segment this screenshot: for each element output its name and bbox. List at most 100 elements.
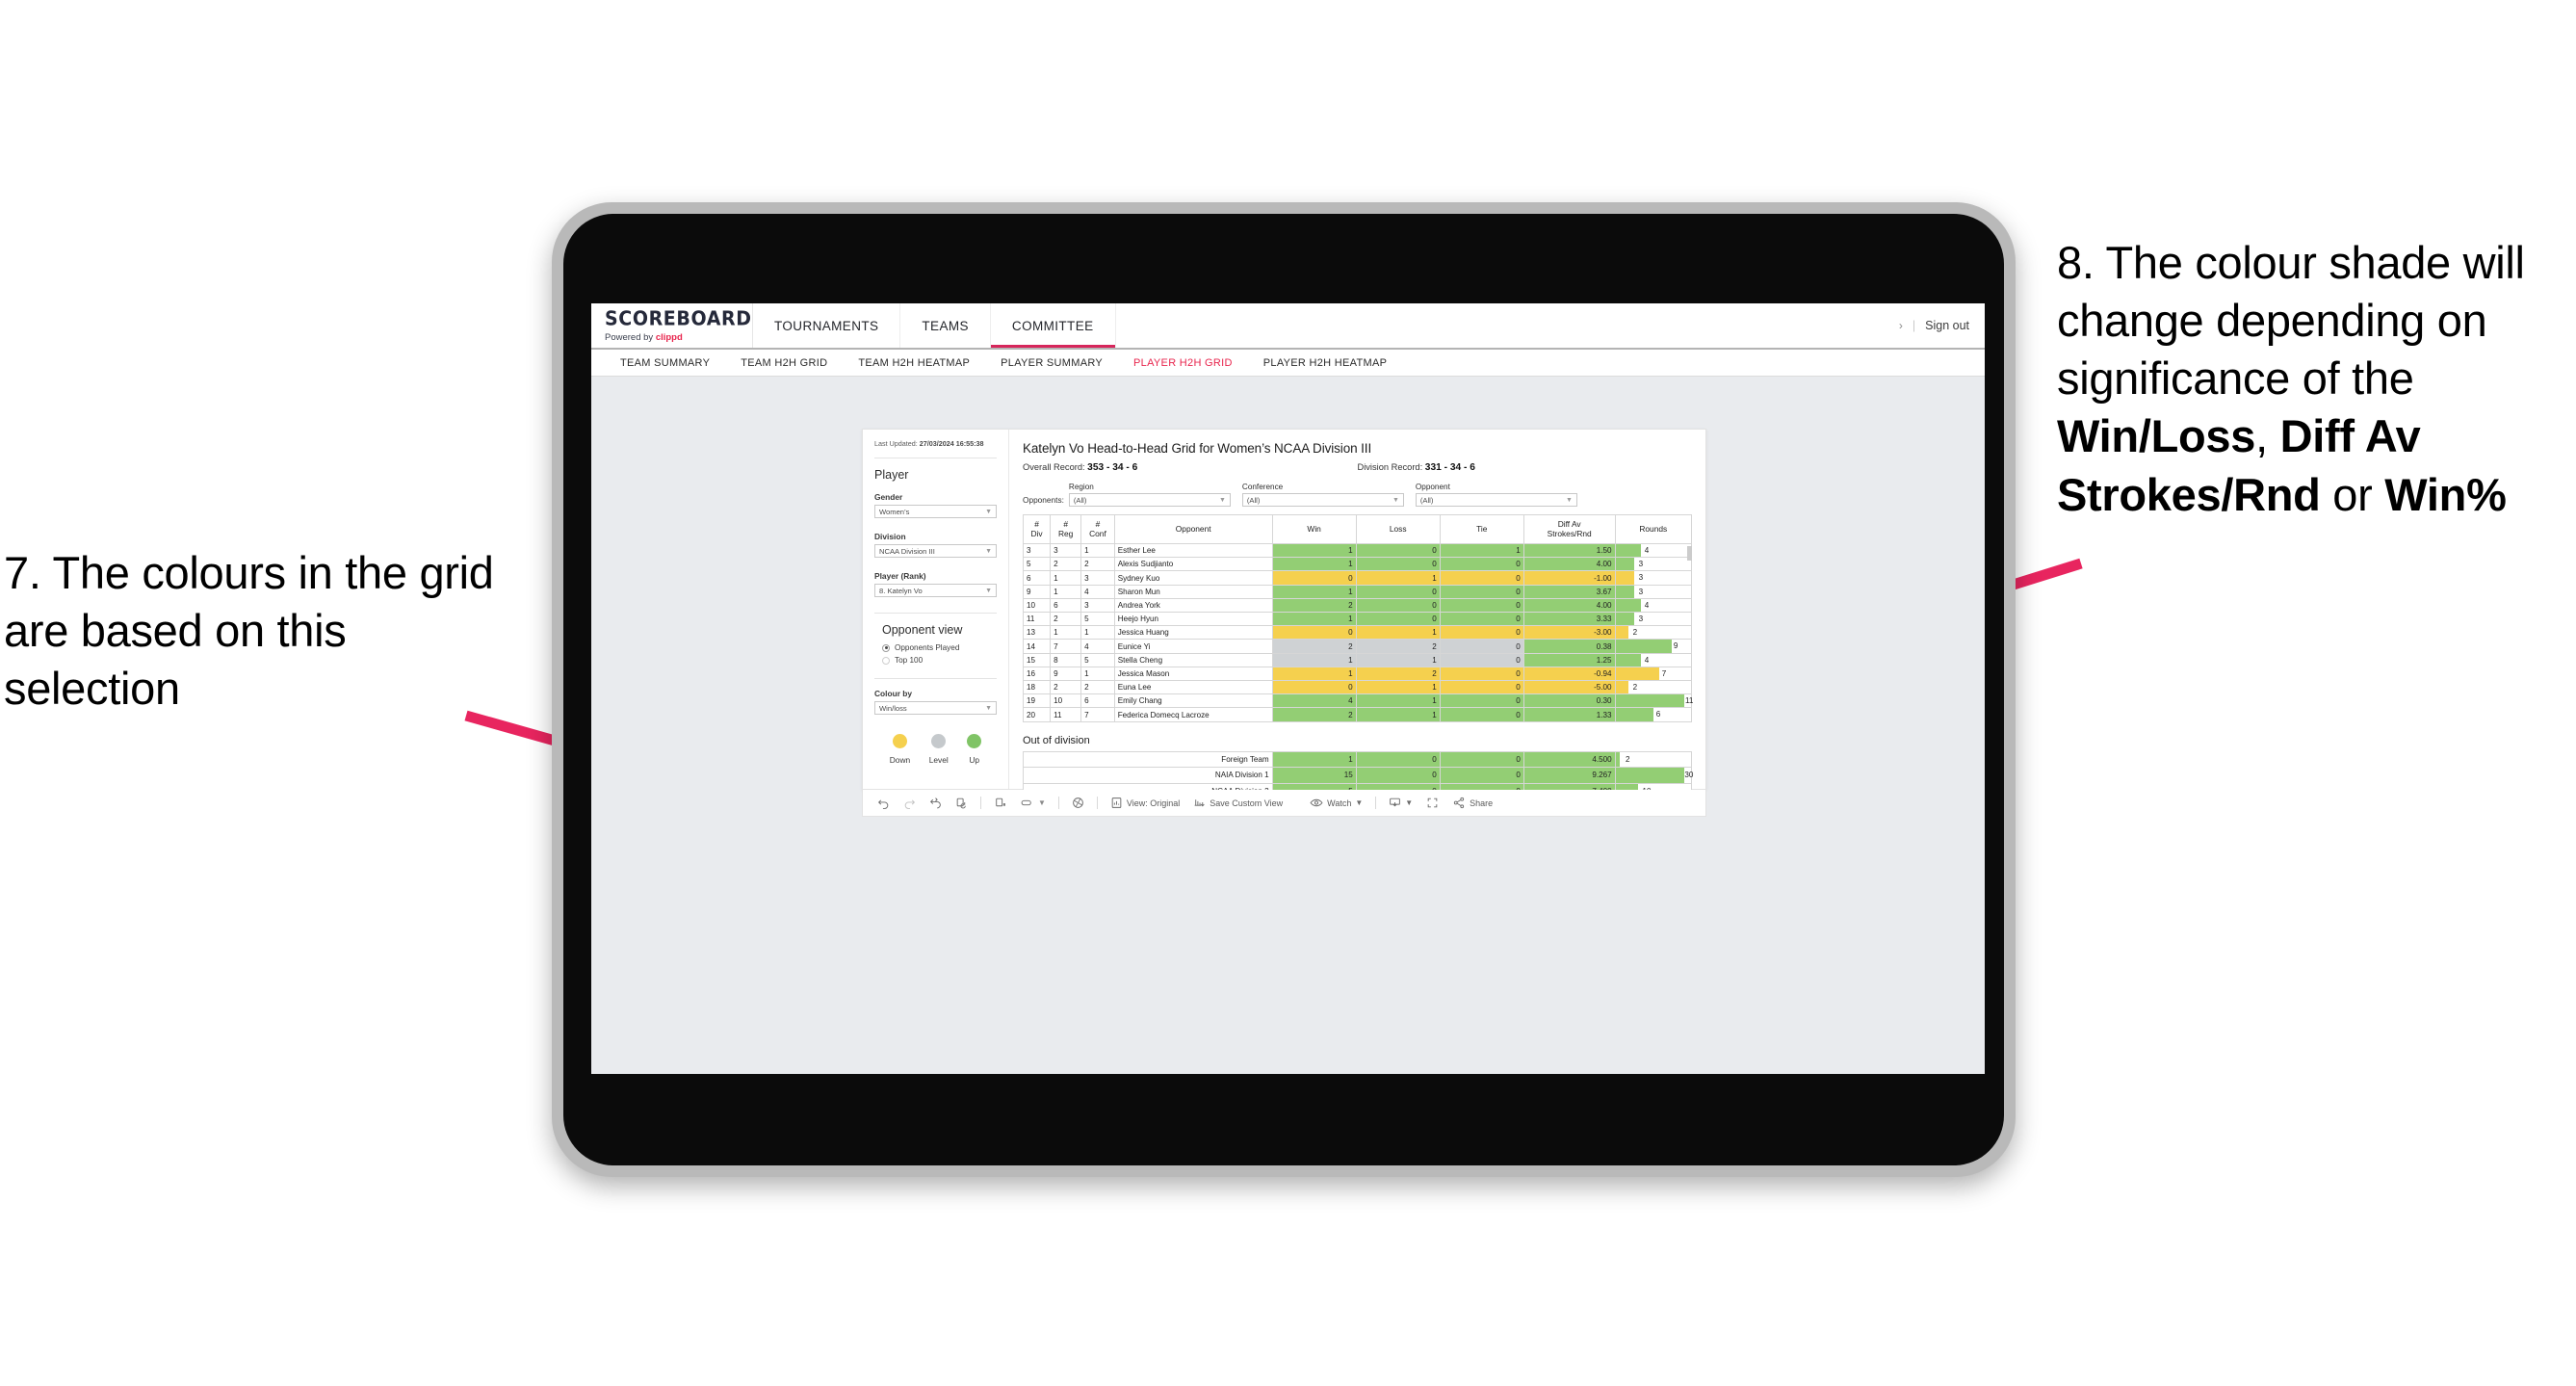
cell-div: 3 [1022,542,1052,559]
table-row[interactable]: 3 3 1 Esther Lee 1 0 1 1.50 4 [1022,542,1693,559]
grid-col-header-4[interactable]: Win [1271,514,1357,544]
cell-rounds: 2 [1614,680,1693,695]
table-row[interactable]: NAIA Division 1 15 0 0 9.267 30 [1023,767,1693,784]
cell-conf: 3 [1080,570,1115,586]
region-label: Region [1068,483,1094,491]
table-row[interactable]: Foreign Team 1 0 0 4.500 2 [1023,750,1693,769]
grid-col-header-5[interactable]: Loss [1355,514,1441,544]
table-row[interactable]: 13 1 1 Jessica Huang 0 1 0 -3.00 2 [1022,625,1693,641]
conference-value: (All) [1246,495,1261,505]
radio-top-100[interactable]: Top 100 [874,656,997,665]
table-row[interactable]: 20 11 7 Federica Domecq Lacroze 2 1 0 1.33 6 [1022,707,1693,722]
colour-by-select[interactable]: Win/loss ▼ [874,701,997,716]
gender-select[interactable]: Women’s ▼ [874,505,997,519]
revert-button[interactable] [923,797,949,809]
cell-win: 0 [1271,625,1357,641]
subnav-item-player-h2h-heatmap[interactable]: PLAYER H2H HEATMAP [1248,357,1402,369]
cell-diff: 9.267 [1522,767,1616,784]
radio-opponents-played[interactable]: Opponents Played [874,643,997,652]
vertical-scrollbar[interactable] [1687,546,1692,561]
table-row[interactable]: 5 2 2 Alexis Sudjianto 1 0 0 4.00 3 [1022,557,1693,572]
table-row[interactable]: 9 1 4 Sharon Mun 1 0 0 3.67 3 [1022,584,1693,599]
region-select[interactable]: (All) ▼ [1068,493,1231,507]
topnav-item-tournaments[interactable]: TOURNAMENTS [753,303,901,348]
opponent-label: Opponent [1415,483,1450,491]
table-row[interactable]: 18 2 2 Euna Lee 0 1 0 -5.00 2 [1022,680,1693,695]
grid-col-header-2[interactable]: # Conf [1080,514,1115,544]
cell-diff: 3.33 [1522,612,1616,627]
cell-diff: 0.38 [1522,639,1616,654]
subnav-item-player-summary[interactable]: PLAYER SUMMARY [985,357,1118,369]
cell-loss: 2 [1355,639,1441,654]
division-record: Division Record: 331 - 34 - 6 [1358,462,1693,473]
save-custom-view-button[interactable]: Save Custom View [1186,797,1289,809]
grid-col-header-3[interactable]: Opponent [1113,514,1273,544]
refresh-button[interactable] [949,797,975,809]
legend-item-down: Down [890,734,910,765]
cell-tie: 0 [1439,612,1524,627]
records-row: Overall Record: 353 - 34 - 6 Division Re… [1023,462,1692,473]
grid-col-header-0[interactable]: # Div [1022,514,1052,544]
table-row[interactable]: 19 10 6 Emily Chang 4 1 0 0.30 11 [1022,693,1693,709]
grid-col-header-7[interactable]: Diff Av Strokes/Rnd [1522,514,1616,544]
cell-tie: 0 [1439,639,1524,654]
cell-reg: 1 [1050,584,1082,599]
share-label: Share [1470,798,1494,808]
table-row[interactable]: 15 8 5 Stella Cheng 1 1 0 1.25 4 [1022,652,1693,667]
cell-name: NAIA Division 1 [1023,767,1273,784]
opponent-select[interactable]: (All) ▼ [1415,493,1577,507]
view-original-button[interactable]: View: Original [1104,797,1186,809]
gender-field: Gender Women’s ▼ [874,492,997,519]
subnav-item-player-h2h-grid[interactable]: PLAYER H2H GRID [1118,357,1248,369]
grid-col-header-6[interactable]: Tie [1439,514,1524,544]
overall-record-value: 353 - 34 - 6 [1087,462,1138,473]
player-rank-field: Player (Rank) 8. Katelyn Vo ▼ [874,571,997,598]
subnav-item-team-h2h-grid[interactable]: TEAM H2H GRID [725,357,843,369]
cell-div: 16 [1022,666,1052,682]
grid-panel: Katelyn Vo Head-to-Head Grid for Women’s… [1009,430,1705,800]
grid-col-header-8[interactable]: Rounds [1614,514,1693,544]
rounds-bar [1615,558,1635,571]
download-button[interactable]: ▼ [1382,797,1419,809]
fullscreen-button[interactable] [1419,797,1445,809]
cell-opponent: Stella Cheng [1113,652,1273,667]
table-row[interactable]: 11 2 5 Heejo Hyun 1 0 0 3.33 3 [1022,612,1693,627]
pause-updates-button[interactable] [987,797,1013,809]
last-updated: Last Updated: 27/03/2024 16:55:38 [874,439,997,449]
cell-win: 15 [1271,767,1357,784]
player-rank-select[interactable]: 8. Katelyn Vo ▼ [874,584,997,598]
table-row[interactable]: 14 7 4 Eunice Yi 2 2 0 0.38 9 [1022,639,1693,654]
cell-div: 15 [1022,652,1052,667]
table-row[interactable]: 6 1 3 Sydney Kuo 0 1 0 -1.00 3 [1022,570,1693,586]
topnav-item-committee[interactable]: COMMITTEE [991,303,1116,348]
undo-button[interactable] [871,797,897,809]
share-button[interactable]: Share [1445,797,1499,809]
legend-label-level: Level [928,755,949,766]
subnav-item-team-summary[interactable]: TEAM SUMMARY [605,357,725,369]
topnav-item-teams[interactable]: TEAMS [900,303,991,348]
division-select[interactable]: NCAA Division III ▼ [874,544,997,559]
rounds-value: 3 [1638,573,1644,583]
cell-conf: 5 [1080,612,1115,627]
cell-reg: 2 [1050,680,1082,695]
grid-col-header-1[interactable]: # Reg [1050,514,1082,544]
redo-button[interactable] [897,797,923,809]
watch-button[interactable]: Watch ▼ [1303,797,1369,809]
highlight-button[interactable]: ▼ [1013,797,1053,809]
cell-reg: 1 [1050,570,1082,586]
cell-win: 1 [1271,557,1357,572]
sub-navigation: TEAM SUMMARY TEAM H2H GRID TEAM H2H HEAT… [591,350,1985,377]
subnav-item-team-h2h-heatmap[interactable]: TEAM H2H HEATMAP [843,357,985,369]
chevron-right-icon[interactable]: › [1899,319,1903,332]
legend-dot-down [892,734,907,749]
conference-select[interactable]: (All) ▼ [1241,493,1404,507]
table-row[interactable]: 10 6 3 Andrea York 2 0 0 4.00 4 [1022,597,1693,614]
division-label: Division [874,532,906,542]
brand-logo[interactable]: SCOREBOARD Powered by clippd [591,303,753,348]
cell-opponent: Sydney Kuo [1113,570,1273,586]
help-button[interactable] [1065,797,1091,809]
cell-name: Foreign Team [1023,750,1273,769]
rounds-value: 3 [1638,587,1644,596]
sign-out-button[interactable]: Sign out [1925,319,1969,332]
table-row[interactable]: 16 9 1 Jessica Mason 1 2 0 -0.94 7 [1022,666,1693,682]
